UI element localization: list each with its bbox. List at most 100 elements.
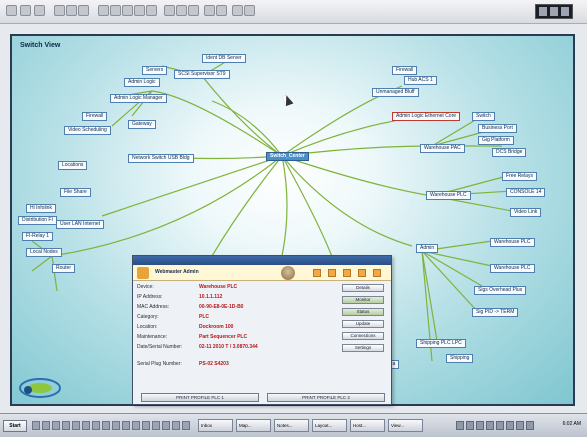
quicklaunch-icon[interactable] — [42, 421, 50, 430]
map-node[interactable]: User LAN Internet — [56, 220, 105, 229]
back-button[interactable] — [6, 5, 17, 16]
quicklaunch-icon[interactable] — [82, 421, 90, 430]
tray-icon[interactable] — [516, 421, 524, 430]
forward-button[interactable] — [20, 5, 31, 16]
quicklaunch-icon[interactable] — [162, 421, 170, 430]
start-button[interactable]: Start — [3, 420, 27, 432]
status-icon[interactable] — [313, 269, 321, 277]
map-node[interactable]: Gateway — [128, 120, 156, 129]
status-icon[interactable] — [358, 269, 366, 277]
tool-button[interactable] — [122, 5, 133, 16]
quicklaunch-icon[interactable] — [112, 421, 120, 430]
home-button[interactable] — [34, 5, 45, 16]
quicklaunch-icon[interactable] — [62, 421, 70, 430]
map-node[interactable]: Free Relays — [502, 172, 537, 181]
map-node[interactable]: Gig Platform — [478, 136, 514, 145]
quicklaunch-icon[interactable] — [102, 421, 110, 430]
print-profile-button-2[interactable]: PRINT PROFILE PLC 2 — [267, 393, 385, 402]
map-node[interactable]: Admin Logic Manager — [110, 94, 167, 103]
status-icon[interactable] — [328, 269, 336, 277]
tool-button[interactable] — [188, 5, 199, 16]
print-profile-button-1[interactable]: PRINT PROFILE PLC 1 — [141, 393, 259, 402]
tray-icon[interactable] — [456, 421, 464, 430]
map-node[interactable]: Network Switch USB Bldg — [128, 154, 194, 163]
map-node[interactable]: File Share — [60, 188, 91, 197]
tool-button[interactable] — [146, 5, 157, 16]
map-node[interactable]: Unmanaged Bluff — [372, 88, 419, 97]
tool-button[interactable] — [66, 5, 77, 16]
taskbar-item[interactable]: Map... — [236, 419, 271, 432]
map-node-selected[interactable]: Admin Logic Ethernet Core — [392, 112, 461, 121]
tray-icon[interactable] — [476, 421, 484, 430]
central-node[interactable]: Switch_Center — [266, 152, 309, 161]
map-node[interactable]: CONSOLE 14 — [506, 188, 546, 197]
map-node[interactable]: Ident DB Server — [202, 54, 246, 63]
map-node[interactable]: Servers — [142, 66, 168, 75]
tray-icon[interactable] — [466, 421, 474, 430]
tool-button[interactable] — [176, 5, 187, 16]
quicklaunch-icon[interactable] — [182, 421, 190, 430]
map-node[interactable]: Sig PID -> TERM — [472, 308, 519, 317]
status-button[interactable]: Status — [342, 308, 384, 316]
quicklaunch-icon[interactable] — [152, 421, 160, 430]
minimize-icon[interactable] — [539, 7, 547, 16]
status-icon[interactable] — [373, 269, 381, 277]
tray-icon[interactable] — [486, 421, 494, 430]
map-node[interactable]: Shipping PLC LPC — [416, 339, 466, 348]
map-node[interactable]: Hi Infolink — [26, 204, 56, 213]
tool-button[interactable] — [110, 5, 121, 16]
tool-button[interactable] — [244, 5, 255, 16]
tool-button[interactable] — [134, 5, 145, 16]
map-node[interactable]: Locations — [58, 161, 88, 170]
tool-button[interactable] — [78, 5, 89, 16]
taskbar-item[interactable]: Host... — [350, 419, 385, 432]
tool-button[interactable] — [216, 5, 227, 16]
map-node[interactable]: Hub ACS 1 — [404, 76, 437, 85]
tool-button[interactable] — [164, 5, 175, 16]
quicklaunch-icon[interactable] — [142, 421, 150, 430]
map-node[interactable]: Warehouse PAC — [420, 144, 465, 153]
map-node[interactable]: Firewall — [82, 112, 108, 121]
settings-button[interactable]: Settings — [342, 344, 384, 352]
tray-icon[interactable] — [496, 421, 504, 430]
close-icon[interactable] — [561, 7, 569, 16]
tray-icon[interactable] — [526, 421, 534, 430]
quicklaunch-icon[interactable] — [92, 421, 100, 430]
tool-button[interactable] — [54, 5, 65, 16]
map-node[interactable]: Distribution FI — [18, 216, 57, 225]
quicklaunch-icon[interactable] — [72, 421, 80, 430]
map-node[interactable]: Warehouse PLC — [490, 238, 535, 247]
quicklaunch-icon[interactable] — [132, 421, 140, 430]
map-node[interactable]: Admin Logic — [124, 78, 160, 87]
map-node[interactable]: SCSI Supervisor ST9 — [174, 70, 230, 79]
dialog-titlebar[interactable] — [133, 256, 391, 265]
map-node[interactable]: Local Nodes — [26, 248, 62, 257]
quicklaunch-icon[interactable] — [122, 421, 130, 430]
map-node[interactable]: Warehouse PLC — [426, 191, 471, 200]
map-node[interactable]: Admin — [416, 244, 439, 253]
details-button[interactable]: Details — [342, 284, 384, 292]
map-node[interactable]: Sigs Overhead Plus — [474, 286, 527, 295]
map-node[interactable]: Shipping — [446, 354, 474, 363]
map-node[interactable]: Firewall — [392, 66, 418, 75]
quicklaunch-icon[interactable] — [32, 421, 40, 430]
quicklaunch-icon[interactable] — [172, 421, 180, 430]
update-button[interactable]: Update — [342, 320, 384, 328]
status-icon[interactable] — [343, 269, 351, 277]
monitor-button[interactable]: Monitor — [342, 296, 384, 304]
taskbar-item[interactable]: Inbox — [198, 419, 233, 432]
connections-button[interactable]: Connections — [342, 332, 384, 340]
taskbar-item[interactable]: Layout... — [312, 419, 347, 432]
maximize-icon[interactable] — [550, 7, 558, 16]
map-node[interactable]: Video Scheduling — [64, 126, 111, 135]
map-node[interactable]: Video Link — [510, 208, 542, 217]
tray-icon[interactable] — [506, 421, 514, 430]
tool-button[interactable] — [98, 5, 109, 16]
tool-button[interactable] — [232, 5, 243, 16]
map-node[interactable]: DCS Bridge — [492, 148, 527, 157]
taskbar-item[interactable]: View... — [388, 419, 423, 432]
map-node[interactable]: FI-Relay 1 — [22, 232, 54, 241]
map-node[interactable]: Business Port — [478, 124, 517, 133]
map-node[interactable]: Switch — [472, 112, 495, 121]
map-node[interactable]: Warehouse PLC — [490, 264, 535, 273]
